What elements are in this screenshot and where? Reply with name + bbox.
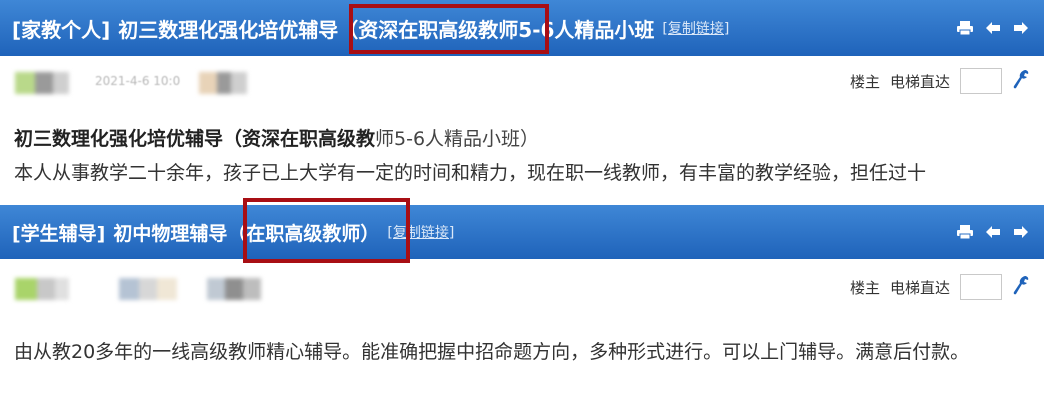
- thread-title-main: 初中物理辅导: [113, 222, 228, 245]
- post-actions: 楼主 电梯直达: [850, 274, 1030, 300]
- print-icon[interactable]: [956, 223, 974, 241]
- floor-owner-link[interactable]: 楼主: [850, 71, 880, 92]
- post-actions: 楼主 电梯直达: [850, 68, 1030, 94]
- post-content: 由从教20多年的一线高级教师精心辅导。能准确把握中招命题方向，多种形式进行。可以…: [14, 335, 1034, 369]
- elevator-label: 电梯直达: [889, 278, 950, 297]
- wrench-icon[interactable]: [1012, 274, 1030, 300]
- post-content: 初三数理化强化培优辅导（资深在职高级教师5-6人精品小班） 本人从事教学二十余年…: [14, 122, 1034, 190]
- thread-title-main: 初三数理化强化培优辅导: [118, 17, 339, 42]
- thread-title-bar: [家教个人] 初三数理化强化培优辅导 （资深在职高级教师 5-6人精品小班 [复…: [0, 0, 1044, 56]
- copy-link-button[interactable]: [复制链接]: [662, 18, 729, 38]
- post-2: [学生辅导] 初中物理辅导 （在职高级教师） [复制链接] 楼主 电梯直达 由从…: [0, 198, 1044, 411]
- annotation-highlight-box: [243, 198, 410, 263]
- floor-number-input[interactable]: [960, 68, 1002, 94]
- arrow-right-icon[interactable]: [1012, 223, 1030, 241]
- annotation-highlight-box: [349, 4, 549, 54]
- post-body: 由从教20多年的一线高级教师精心辅导。能准确把握中招命题方向，多种形式进行。可以…: [14, 341, 970, 363]
- post-1: [家教个人] 初三数理化强化培优辅导 （资深在职高级教师 5-6人精品小班 [复…: [0, 0, 1044, 210]
- thread-category[interactable]: [家教个人]: [12, 14, 110, 43]
- arrow-right-icon[interactable]: [1012, 19, 1030, 37]
- post-meta-row: 2021-4-6 10:0 楼主 电梯直达: [0, 60, 1044, 104]
- post-date: 2021-4-6 10:0: [95, 74, 181, 88]
- arrow-left-icon[interactable]: [984, 19, 1002, 37]
- floor-owner-link[interactable]: 楼主: [850, 277, 880, 298]
- print-icon[interactable]: [956, 19, 974, 37]
- post-body: 本人从事教学二十余年，孩子已上大学有一定的时间和精力，现在职一线教师，有丰富的教…: [14, 162, 927, 184]
- floor-number-input[interactable]: [960, 274, 1002, 300]
- post-heading: 初三数理化强化培优辅导（资深在职高级教师5-6人精品小班）: [14, 128, 540, 150]
- thread-category[interactable]: [学生辅导]: [12, 219, 105, 246]
- thread-tools: [956, 205, 1030, 259]
- wrench-icon[interactable]: [1012, 68, 1030, 94]
- arrow-left-icon[interactable]: [984, 223, 1002, 241]
- author-info-blurred: [15, 278, 261, 300]
- thread-title-bar: [学生辅导] 初中物理辅导 （在职高级教师） [复制链接]: [0, 198, 1044, 263]
- elevator-label: 电梯直达: [889, 72, 950, 91]
- thread-tools: [956, 0, 1030, 56]
- post-meta-row: 楼主 电梯直达: [0, 266, 1044, 310]
